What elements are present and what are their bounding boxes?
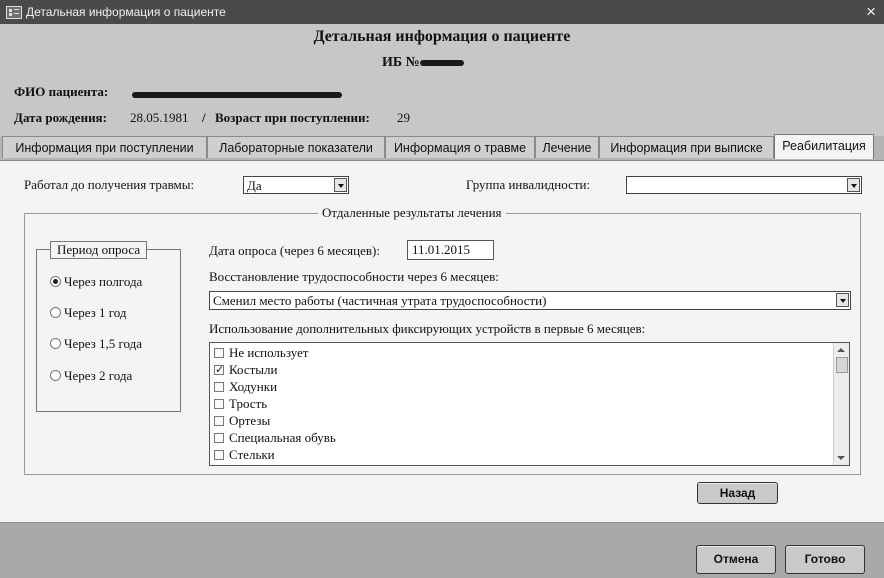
disability-label: Группа инвалидности: bbox=[466, 177, 591, 192]
ib-number: ИБ № bbox=[382, 55, 464, 71]
list-item[interactable]: Не использует bbox=[214, 345, 308, 361]
radio-label: Через 1 год bbox=[64, 305, 127, 320]
recovery-value: Сменил место работы (частичная утрата тр… bbox=[213, 293, 547, 308]
checkbox-label: Трость bbox=[229, 396, 268, 411]
radio-label: Через 1,5 года bbox=[64, 336, 143, 351]
checkbox[interactable] bbox=[214, 399, 224, 409]
patient-header: Детальная информация о пациенте ИБ № ФИО… bbox=[0, 24, 884, 136]
period-title: Период опроса bbox=[50, 241, 148, 259]
scroll-thumb[interactable] bbox=[836, 357, 848, 373]
ok-button[interactable]: Готово bbox=[785, 545, 865, 574]
list-item[interactable]: Трость bbox=[214, 396, 267, 412]
list-item[interactable]: Костыли bbox=[214, 362, 277, 378]
checkbox-checked[interactable] bbox=[214, 362, 224, 378]
tab-treatment[interactable]: Лечение bbox=[535, 136, 599, 158]
tab-lab[interactable]: Лабораторные показатели bbox=[207, 136, 385, 158]
worked-label: Работал до получения травмы: bbox=[24, 177, 195, 192]
header-separator: / bbox=[202, 110, 206, 125]
checkbox-label: Ходунки bbox=[229, 379, 278, 394]
tab-injury[interactable]: Информация о травме bbox=[385, 136, 535, 158]
list-item[interactable]: Стельки bbox=[214, 447, 275, 463]
window-title-bar: Детальная информация о пациенте × bbox=[0, 0, 884, 24]
worked-value: Да bbox=[247, 178, 262, 193]
radio-icon[interactable] bbox=[50, 370, 61, 381]
checkbox-label: Специальная обувь bbox=[229, 430, 336, 445]
ib-label: ИБ № bbox=[382, 55, 420, 70]
radio-1-5-year[interactable]: Через 1,5 года bbox=[50, 336, 142, 352]
devices-checklist[interactable]: Не использует Костыли Ходунки Трость Орт… bbox=[209, 342, 850, 466]
window-title: Детальная информация о пациенте bbox=[26, 5, 226, 19]
fio-label: ФИО пациента: bbox=[14, 84, 109, 99]
back-button[interactable]: Назад bbox=[697, 482, 778, 504]
disability-select[interactable] bbox=[626, 176, 862, 194]
checkbox-label: Стельки bbox=[229, 447, 275, 462]
checkbox[interactable] bbox=[214, 348, 224, 358]
scroll-up-icon[interactable] bbox=[837, 348, 845, 352]
radio-label: Через 2 года bbox=[64, 368, 133, 383]
radio-icon[interactable] bbox=[50, 307, 61, 318]
list-item[interactable]: Ортезы bbox=[214, 413, 270, 429]
tab-strip: Информация при поступлении Лабораторные … bbox=[0, 134, 884, 160]
checkbox[interactable] bbox=[214, 450, 224, 460]
age-value: 29 bbox=[397, 110, 410, 125]
radio-2-year[interactable]: Через 2 года bbox=[50, 368, 132, 384]
chevron-down-icon[interactable] bbox=[836, 293, 849, 307]
checkbox-label: Ортезы bbox=[229, 413, 271, 428]
scroll-down-icon[interactable] bbox=[837, 456, 845, 460]
checkbox-label: Не использует bbox=[229, 345, 309, 360]
birth-label: Дата рождения: bbox=[14, 110, 107, 125]
recovery-label: Восстановление трудоспособности через 6 … bbox=[209, 269, 499, 284]
tab-admission[interactable]: Информация при поступлении bbox=[2, 136, 207, 158]
radio-icon[interactable] bbox=[50, 338, 61, 349]
page-title: Детальная информация о пациенте bbox=[313, 28, 571, 45]
chevron-down-icon[interactable] bbox=[334, 178, 347, 192]
age-label: Возраст при поступлении: bbox=[215, 110, 370, 125]
list-scrollbar[interactable] bbox=[833, 343, 849, 465]
checkbox-label: Костыли bbox=[229, 362, 278, 377]
close-icon[interactable]: × bbox=[866, 2, 876, 22]
devices-label: Использование дополнительных фиксирующих… bbox=[209, 321, 646, 336]
worked-select[interactable]: Да bbox=[243, 176, 349, 194]
checkbox[interactable] bbox=[214, 433, 224, 443]
section-title: Отдаленные результаты лечения bbox=[318, 205, 506, 221]
birth-value: 28.05.1981 bbox=[130, 110, 189, 125]
fio-value-redacted bbox=[132, 86, 342, 104]
list-item[interactable]: Специальная обувь bbox=[214, 430, 336, 446]
checkbox[interactable] bbox=[214, 382, 224, 392]
form-icon bbox=[6, 6, 22, 19]
list-item[interactable]: Ходунки bbox=[214, 379, 277, 395]
cancel-button[interactable]: Отмена bbox=[696, 545, 776, 574]
tab-rehabilitation[interactable]: Реабилитация bbox=[774, 134, 874, 159]
tab-discharge[interactable]: Информация при выписке bbox=[599, 136, 774, 158]
survey-date-field[interactable]: 11.01.2015 bbox=[407, 240, 494, 260]
recovery-select[interactable]: Сменил место работы (частичная утрата тр… bbox=[209, 291, 851, 310]
checkbox[interactable] bbox=[214, 416, 224, 426]
radio-selected-icon[interactable] bbox=[50, 276, 61, 287]
survey-date-label: Дата опроса (через 6 месяцев): bbox=[209, 243, 380, 258]
radio-half-year[interactable]: Через полгода bbox=[50, 274, 142, 290]
radio-1-year[interactable]: Через 1 год bbox=[50, 305, 127, 321]
radio-label: Через полгода bbox=[64, 274, 143, 289]
redacted-ib bbox=[419, 59, 464, 66]
chevron-down-icon[interactable] bbox=[847, 178, 860, 192]
